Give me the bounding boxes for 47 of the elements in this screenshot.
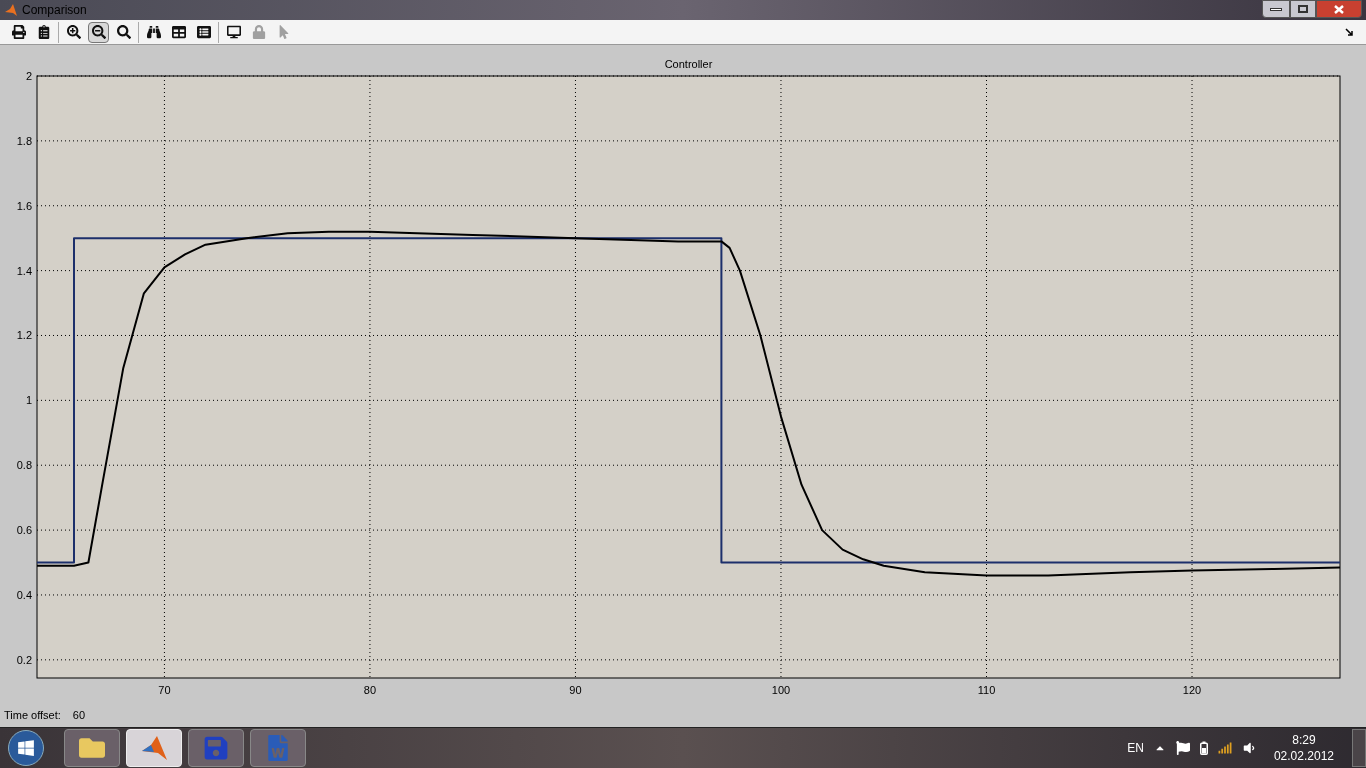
x-tick-label: 80 xyxy=(363,684,377,696)
clock-date[interactable]: 02.02.2012 xyxy=(1273,748,1334,764)
time-offset-label: Time offset: xyxy=(4,707,61,723)
y-tick-label: 0.6 xyxy=(16,524,32,537)
zoom-out-icon xyxy=(91,25,106,39)
x-tick-label: 120 xyxy=(1182,684,1202,696)
y-tick-label: 1.8 xyxy=(16,134,32,147)
x-tick-label: 100 xyxy=(771,684,791,696)
zoom-in-icon xyxy=(66,25,81,39)
chart-title: Controller xyxy=(664,58,713,70)
y-tick-label: 2 xyxy=(25,70,32,82)
y-tick-label: 1 xyxy=(25,394,32,407)
start-button[interactable] xyxy=(8,730,44,766)
x-tick-label: 70 xyxy=(158,684,171,696)
close-icon xyxy=(1334,4,1344,14)
maximize-button[interactable] xyxy=(1290,0,1316,18)
y-tick-label: 0.8 xyxy=(16,459,32,472)
language-indicator[interactable]: EN xyxy=(1127,739,1144,757)
y-tick-label: 1.6 xyxy=(16,199,32,212)
lock-icon xyxy=(251,25,266,39)
window-title: Comparison xyxy=(22,2,87,19)
monitor-icon xyxy=(226,25,241,39)
y-tick-label: 0.4 xyxy=(16,588,32,601)
binoculars-icon xyxy=(146,25,161,39)
clipboard-icon xyxy=(36,25,51,39)
document-icon xyxy=(265,735,291,761)
speaker-icon[interactable] xyxy=(1241,741,1256,755)
battery-icon[interactable] xyxy=(1199,741,1208,755)
table-icon xyxy=(171,25,186,39)
magnifier-icon xyxy=(116,25,131,39)
minimize-button[interactable] xyxy=(1262,0,1290,18)
close-button[interactable] xyxy=(1316,0,1362,18)
x-tick-label: 90 xyxy=(569,684,582,696)
y-tick-label: 1.4 xyxy=(16,264,32,277)
toolbar-button[interactable] xyxy=(88,21,109,43)
time-offset-value: 60 xyxy=(72,707,86,723)
arrow-icon xyxy=(1345,27,1354,37)
y-tick-label: 1.2 xyxy=(16,329,32,342)
taskbar-app-button[interactable] xyxy=(64,729,120,767)
clock-time[interactable]: 8:29 xyxy=(1292,732,1316,748)
x-tick-label: 110 xyxy=(977,684,996,696)
folder-icon xyxy=(79,735,105,761)
print-icon xyxy=(11,25,26,39)
flag-icon[interactable] xyxy=(1175,741,1190,755)
y-tick-label: 0.2 xyxy=(16,653,32,666)
signal-icon[interactable] xyxy=(1217,741,1232,755)
list-icon xyxy=(196,25,211,39)
